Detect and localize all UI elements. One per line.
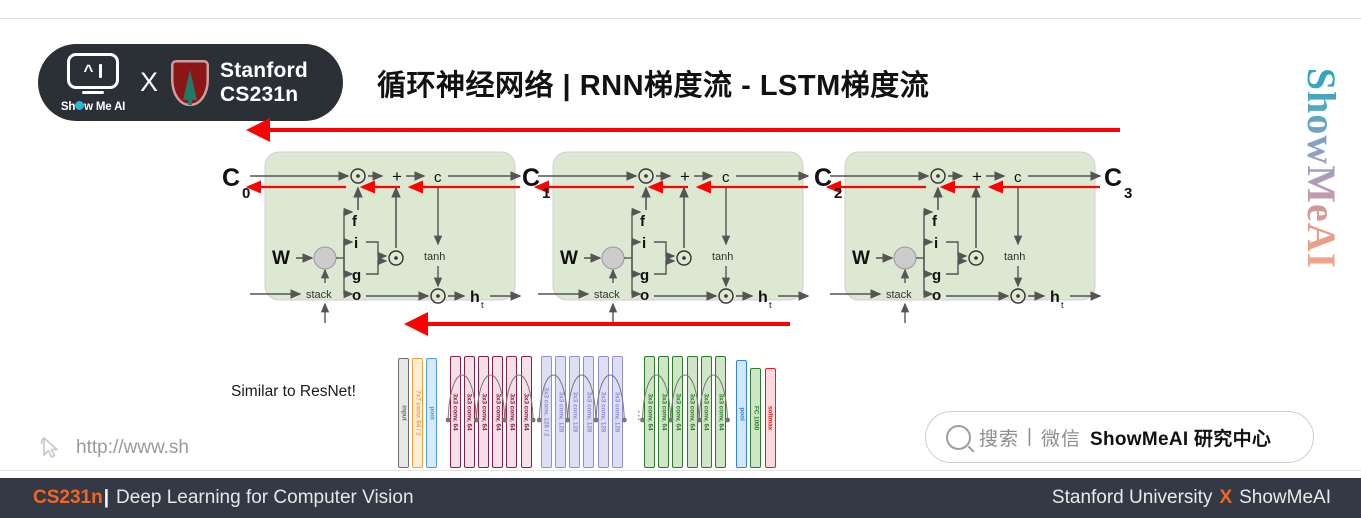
- svg-text:W: W: [560, 248, 578, 269]
- resnet-annotation: Similar to ResNet!: [231, 383, 356, 400]
- svg-text:C: C: [1104, 164, 1122, 192]
- showmeai-logo: ^ Sh w Me AI: [52, 52, 134, 113]
- footer-brand: ShowMeAI: [1239, 487, 1331, 508]
- search-account: ShowMeAI 研究中心: [1089, 428, 1272, 450]
- search-icon: [946, 424, 971, 450]
- footer-course-name: Deep Learning for Computer Vision: [116, 487, 414, 508]
- stanford-course-name: Stanford CS231n: [220, 59, 308, 107]
- svg-text:g: g: [932, 267, 941, 284]
- svg-text:tanh: tanh: [424, 251, 445, 263]
- svg-text:C: C: [522, 164, 540, 192]
- svg-text:W: W: [852, 248, 870, 269]
- svg-text:c: c: [722, 169, 730, 186]
- search-divider: |: [1027, 426, 1033, 447]
- resnet-architecture: input 7x7 conv, 64 / 2 pool 3x3 conv, 64 3x3…: [398, 338, 779, 468]
- lstm-cell-2: + c f W i g o stack tanh h t: [533, 151, 810, 323]
- robot-bar-icon: [99, 63, 103, 78]
- svg-text:h: h: [1050, 289, 1060, 306]
- stanford-seal-icon: [171, 59, 210, 106]
- svg-text:h: h: [758, 289, 768, 306]
- top-divider: [0, 18, 1361, 19]
- svg-text:tanh: tanh: [712, 251, 733, 263]
- cursor-icon: [38, 435, 64, 461]
- svg-text:o: o: [932, 287, 941, 304]
- url-watermark: http://www.sh: [38, 435, 189, 461]
- svg-text:t: t: [1061, 300, 1064, 310]
- footer-separator: |: [103, 487, 110, 508]
- svg-text:C: C: [814, 164, 832, 192]
- svg-text:+: +: [972, 167, 982, 186]
- footer-x-separator: X: [1219, 487, 1233, 508]
- svg-text:+: +: [680, 167, 690, 186]
- svg-text:1: 1: [542, 185, 550, 202]
- footer-left: CS231n | Deep Learning for Computer Visi…: [33, 487, 414, 509]
- svg-text:g: g: [640, 267, 649, 284]
- resnet-skip-connections: [445, 374, 730, 423]
- search-label: 搜索: [979, 428, 1020, 450]
- lstm-cell-1: + c f W i g o stack tanh h t: [245, 151, 522, 323]
- svg-text:W: W: [272, 248, 290, 269]
- bottom-divider: [0, 470, 1361, 471]
- svg-text:t: t: [769, 300, 772, 310]
- svg-text:c: c: [434, 169, 442, 186]
- stanford-line2: CS231n: [220, 82, 299, 106]
- stanford-line1: Stanford: [220, 58, 308, 82]
- search-channel: 微信: [1040, 428, 1081, 450]
- footer-course-code: CS231n: [33, 487, 103, 508]
- slide-root: ^ Sh w Me AI X Stanford CS231n 循环神经网络 | R…: [0, 0, 1361, 518]
- svg-text:h: h: [470, 289, 480, 306]
- footer-right: Stanford University X ShowMeAI: [1052, 487, 1331, 509]
- svg-text:t: t: [481, 300, 484, 310]
- resnet-ellipsis: ⋮: [633, 410, 647, 422]
- lstm-cell-3: + c f W i g o stack tanh h t: [825, 151, 1102, 323]
- stanford-seal-shape: [171, 59, 210, 106]
- robot-icon: ^: [67, 52, 119, 89]
- svg-text:i: i: [642, 235, 646, 252]
- svg-text:i: i: [354, 235, 358, 252]
- svg-text:c: c: [1014, 169, 1022, 186]
- stanford-tree-icon: [183, 69, 198, 105]
- page-title: 循环神经网络 | RNN梯度流 - LSTM梯度流: [377, 70, 930, 102]
- footer-bar: CS231n | Deep Learning for Computer Visi…: [0, 478, 1361, 518]
- svg-text:+: +: [392, 167, 402, 186]
- svg-text:i: i: [934, 235, 938, 252]
- svg-text:tanh: tanh: [1004, 251, 1025, 263]
- svg-text:3: 3: [1124, 185, 1132, 202]
- svg-text:0: 0: [242, 185, 250, 202]
- svg-text:C: C: [222, 164, 240, 192]
- url-text: http://www.sh: [76, 437, 189, 458]
- svg-text:g: g: [352, 267, 361, 284]
- footer-org: Stanford University: [1051, 487, 1213, 508]
- svg-text:stack: stack: [306, 289, 332, 301]
- svg-text:o: o: [640, 287, 649, 304]
- wechat-search-pill[interactable]: 搜索 | 微信 ShowMeAI 研究中心: [925, 411, 1314, 463]
- svg-text:stack: stack: [594, 289, 620, 301]
- robot-caret-icon: ^: [83, 61, 94, 80]
- svg-text:2: 2: [834, 185, 842, 202]
- badge-x-separator: X: [140, 67, 159, 97]
- svg-text:o: o: [352, 287, 361, 304]
- svg-text:stack: stack: [886, 289, 912, 301]
